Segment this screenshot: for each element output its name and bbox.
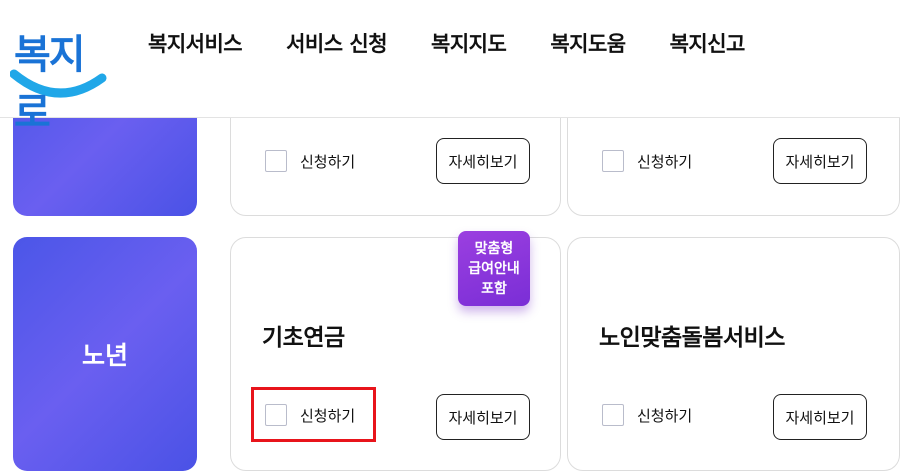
badge-line: 급여안내 [468, 260, 520, 277]
apply-checkbox-row[interactable]: 신청하기 [602, 404, 692, 426]
nav-item-welfare-help[interactable]: 복지도움 [550, 28, 626, 58]
apply-checkbox[interactable] [602, 150, 624, 172]
apply-checkbox-row[interactable]: 신청하기 [265, 404, 355, 426]
service-title: 노인맞춤돌봄서비스 [599, 325, 785, 351]
apply-label: 신청하기 [300, 406, 356, 425]
apply-checkbox[interactable] [602, 404, 624, 426]
nav-item-service-application[interactable]: 서비스 신청 [286, 28, 387, 58]
main-nav: 복지서비스 서비스 신청 복지지도 복지도움 복지신고 [148, 28, 789, 58]
service-card-senior-care: 노인맞춤돌봄서비스 신청하기 자세히보기 [567, 237, 900, 471]
custom-benefit-badge: 맞춤형 급여안내 포함 [458, 231, 530, 306]
apply-checkbox[interactable] [265, 150, 287, 172]
nav-item-welfare-map[interactable]: 복지지도 [431, 28, 507, 58]
apply-label: 신청하기 [637, 406, 693, 425]
apply-checkbox[interactable] [265, 404, 287, 426]
category-label: 노년 [81, 341, 128, 370]
detail-button[interactable]: 자세히보기 [436, 394, 530, 440]
badge-line: 포함 [481, 280, 507, 297]
badge-line: 맞춤형 [474, 240, 514, 257]
category-tile-senior[interactable]: 노년 [13, 237, 197, 471]
detail-button[interactable]: 자세히보기 [773, 394, 867, 440]
apply-checkbox-row[interactable]: 신청하기 [602, 150, 692, 172]
nav-item-welfare-services[interactable]: 복지서비스 [148, 28, 243, 58]
logo-text: 복지로 [14, 32, 86, 136]
site-header: 복지로 복지서비스 서비스 신청 복지지도 복지도움 복지신고 [0, 0, 900, 136]
nav-item-welfare-report[interactable]: 복지신고 [670, 28, 746, 58]
apply-label: 신청하기 [300, 152, 356, 171]
detail-button[interactable]: 자세히보기 [436, 138, 530, 184]
service-title: 기초연금 [262, 325, 345, 351]
apply-checkbox-row[interactable]: 신청하기 [265, 150, 355, 172]
site-logo[interactable]: 복지로 [10, 14, 110, 136]
detail-button[interactable]: 자세히보기 [773, 138, 867, 184]
apply-label: 신청하기 [637, 152, 693, 171]
